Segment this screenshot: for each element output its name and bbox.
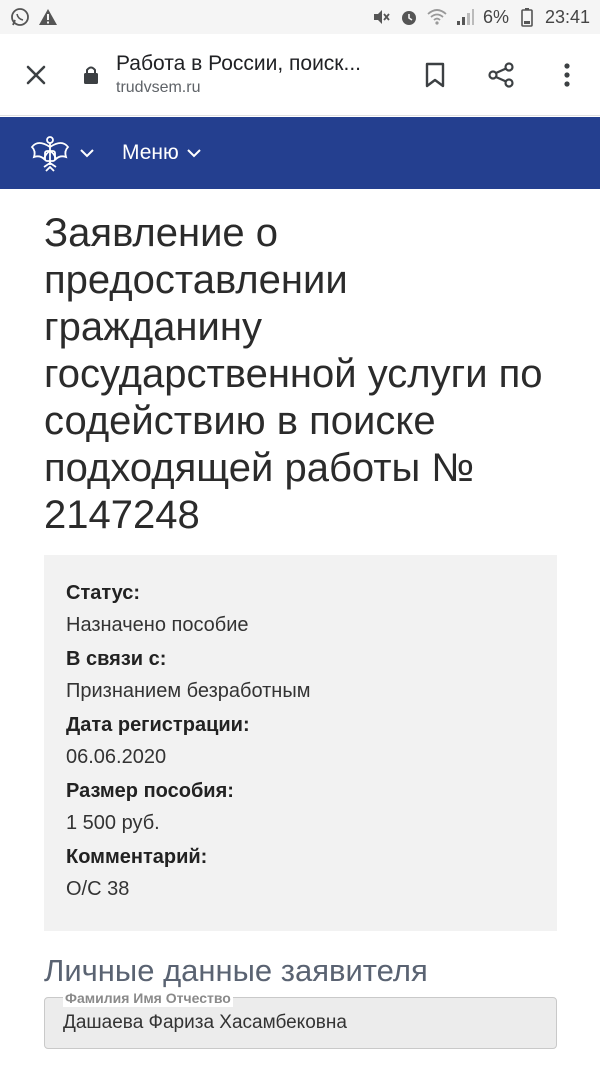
info-value: Назначено пособие bbox=[66, 614, 249, 636]
status-right: 6% 23:41 bbox=[371, 7, 590, 28]
lock-icon bbox=[84, 66, 98, 84]
mute-icon bbox=[373, 10, 390, 24]
full-name-field[interactable]: Фамилия Имя Отчество Дашаева Фариза Хаса… bbox=[44, 989, 557, 1049]
more-vert-icon bbox=[564, 62, 570, 87]
whatsapp-icon bbox=[11, 8, 29, 26]
info-row-comment: Комментарий: О/С 38 bbox=[66, 841, 535, 905]
info-value: 1 500 руб. bbox=[66, 812, 160, 834]
url-text: Работа в России, поиск... trudvsem.ru bbox=[116, 51, 361, 99]
signal-icon bbox=[456, 9, 474, 25]
info-row-reason: В связи с: Признанием безработным bbox=[66, 643, 535, 707]
menu-label: Меню bbox=[122, 141, 179, 164]
info-row-benefit-amount: Размер пособия: 1 500 руб. bbox=[66, 775, 535, 839]
info-row-registration-date: Дата регистрации: 06.06.2020 bbox=[66, 709, 535, 773]
status-bar: 6% 23:41 bbox=[0, 0, 600, 34]
info-value: Признанием безработным bbox=[66, 680, 311, 702]
info-label: Статус: bbox=[66, 582, 141, 604]
close-icon bbox=[26, 65, 46, 84]
chevron-down-icon[interactable] bbox=[78, 144, 96, 162]
info-row-status: Статус: Назначено пособие bbox=[66, 577, 535, 641]
info-label: В связи с: bbox=[66, 648, 167, 670]
page-title: Работа в России, поиск... bbox=[116, 51, 361, 75]
field-label: Фамилия Имя Отчество bbox=[63, 989, 233, 1007]
info-label: Дата регистрации: bbox=[66, 714, 250, 736]
info-value: 06.06.2020 bbox=[66, 746, 167, 768]
coat-of-arms-icon[interactable] bbox=[28, 131, 72, 175]
close-tab-button[interactable] bbox=[0, 34, 72, 116]
alarm-icon bbox=[401, 11, 416, 25]
page-domain: trudvsem.ru bbox=[116, 78, 201, 96]
bookmark-button[interactable] bbox=[402, 34, 468, 116]
bookmark-icon bbox=[425, 62, 445, 87]
warning-icon bbox=[39, 9, 57, 25]
battery-percent: 6% bbox=[482, 6, 509, 27]
chevron-down-icon bbox=[187, 149, 201, 158]
clock: 23:41 bbox=[544, 6, 590, 27]
info-label: Комментарий: bbox=[66, 846, 208, 868]
status-left bbox=[10, 7, 58, 27]
address-bar[interactable]: Работа в России, поиск... trudvsem.ru bbox=[72, 51, 402, 99]
application-info-card: Статус: Назначено пособие В связи с: При… bbox=[44, 555, 557, 931]
main-content: Заявление о предоставлении гражданину го… bbox=[44, 210, 557, 1049]
share-button[interactable] bbox=[468, 34, 534, 116]
info-label: Размер пособия: bbox=[66, 780, 234, 802]
application-heading: Заявление о предоставлении гражданину го… bbox=[44, 211, 543, 537]
browser-toolbar: Работа в России, поиск... trudvsem.ru bbox=[0, 34, 600, 116]
wifi-icon bbox=[427, 9, 447, 25]
battery-icon bbox=[521, 8, 533, 27]
personal-data-section-title: Личные данные заявителя bbox=[44, 953, 428, 988]
share-icon bbox=[488, 61, 514, 88]
info-value: О/С 38 bbox=[66, 878, 130, 900]
browser-actions bbox=[402, 34, 600, 116]
menu-button[interactable]: Меню bbox=[122, 141, 203, 165]
more-options-button[interactable] bbox=[534, 34, 600, 116]
site-header: Меню bbox=[0, 117, 600, 189]
field-value: Дашаева Фариза Хасамбековна bbox=[63, 1012, 347, 1033]
